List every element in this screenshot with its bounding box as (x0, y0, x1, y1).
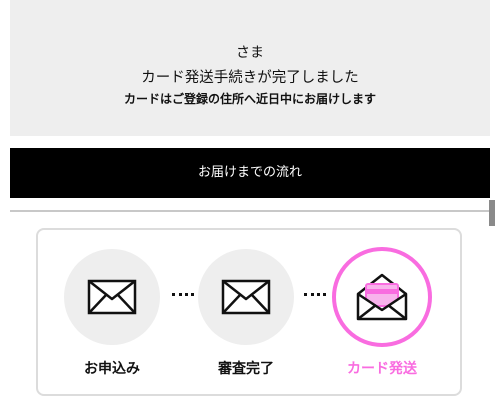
completion-subtitle: カードはご登録の住所へ近日中にお届けします (123, 92, 376, 106)
step-connector-2 (304, 293, 326, 296)
delivery-flow-heading: お届けまでの流れ (10, 148, 490, 198)
completion-banner: さま カード発送手続きが完了しました カードはご登録の住所へ近日中にお届けします (10, 0, 490, 136)
completion-title: カード発送手続きが完了しました (141, 70, 359, 86)
step-connector-1 (172, 293, 194, 296)
envelope-open-card-icon (356, 273, 408, 321)
step-label-screening: 審査完了 (218, 361, 274, 377)
step-label-application: お申込み (84, 361, 140, 377)
step-label-card-shipped: カード発送 (347, 361, 417, 377)
step-circle-card-shipped (332, 247, 432, 347)
step-circle-application (64, 249, 160, 345)
customer-name-line: さま (236, 45, 264, 61)
step-circle-screening (198, 249, 294, 345)
scrollbar-thumb[interactable] (489, 200, 495, 226)
envelope-icon (87, 279, 137, 315)
section-divider (10, 210, 490, 212)
envelope-icon (221, 279, 271, 315)
